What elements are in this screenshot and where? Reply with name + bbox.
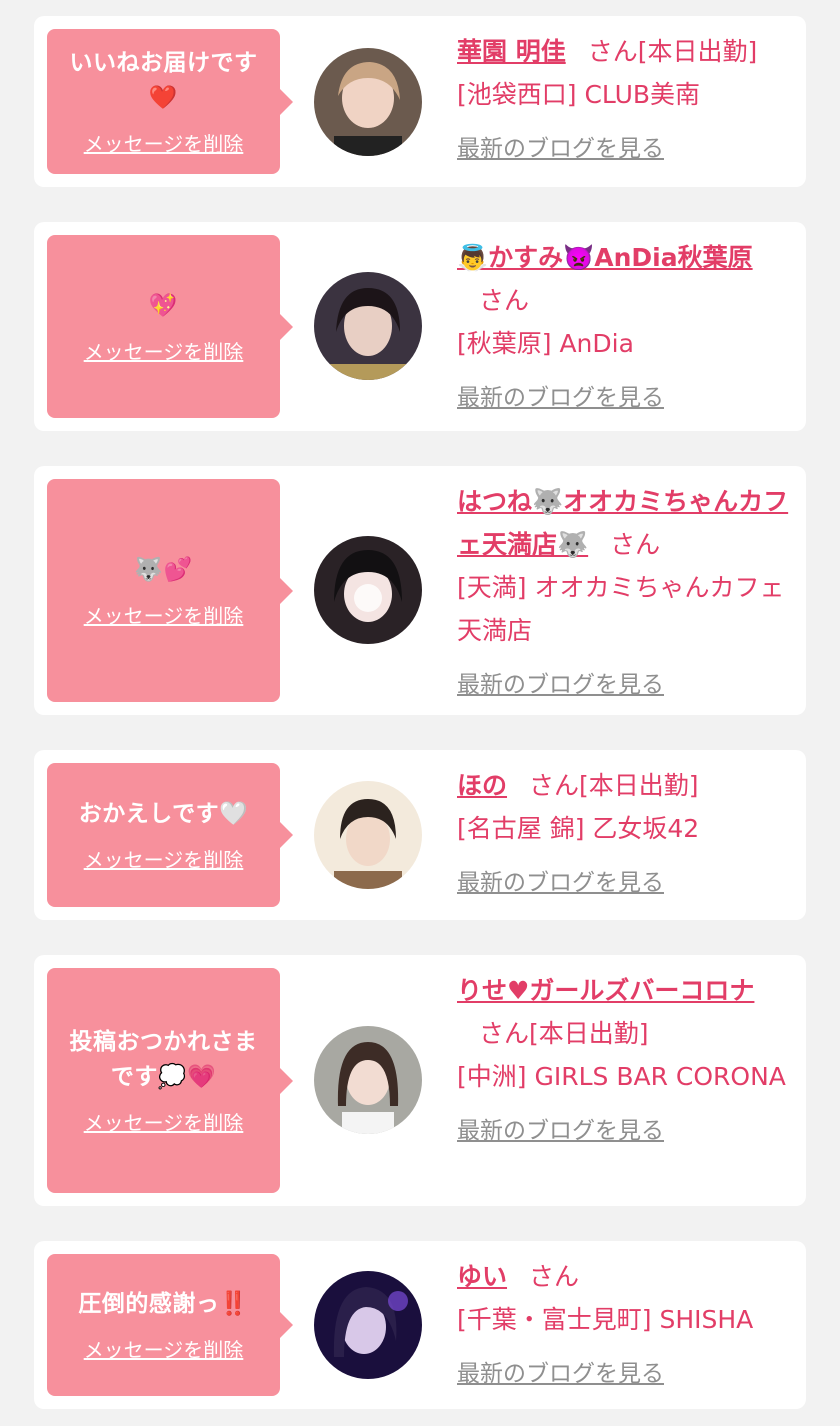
shop-name: [天満] オオカミちゃんカフェ天満店 [457, 573, 785, 645]
avatar[interactable] [314, 536, 422, 644]
shop-name: [池袋西口] CLUB美南 [457, 80, 701, 109]
message-bubble: 💖 メッセージを削除 [47, 235, 293, 418]
honorific: さん [529, 1262, 580, 1291]
delete-message-link[interactable]: メッセージを削除 [84, 336, 244, 365]
user-info: 👼かすみ👿AnDia秋葉原さん [秋葉原] AnDia 最新のブログを見る [457, 236, 793, 420]
avatar[interactable] [314, 1026, 422, 1134]
honorific: さん [587, 37, 638, 66]
message-bubble: おかえしです🤍 メッセージを削除 [47, 763, 293, 907]
message-bubble: 圧倒的感謝っ‼️ メッセージを削除 [47, 1254, 293, 1396]
honorific: さん [529, 771, 580, 800]
work-status: [本日出勤] [579, 771, 699, 800]
message-text: 投稿おつかれさま です💭💗 [69, 1029, 258, 1090]
work-status: [本日出勤] [637, 37, 758, 66]
message-text: 💖 [148, 292, 179, 319]
user-name-link[interactable]: 👼かすみ👿AnDia秋葉原 [457, 243, 753, 272]
work-status: [本日出勤] [529, 1019, 649, 1048]
delete-message-link[interactable]: メッセージを削除 [84, 600, 244, 629]
delete-message-link[interactable]: メッセージを削除 [84, 1334, 244, 1363]
avatar[interactable] [314, 48, 422, 156]
message-card: おかえしです🤍 メッセージを削除 ほの さん[本日出勤] [名古屋 錦] 乙女坂4… [34, 750, 806, 920]
message-bubble: いいねお届けです ❤️ メッセージを削除 [47, 29, 293, 174]
delete-message-link[interactable]: メッセージを削除 [84, 1107, 244, 1136]
message-text: 圧倒的感謝っ‼️ [78, 1291, 249, 1317]
honorific: さん [479, 286, 530, 315]
user-name-link[interactable]: ほの [457, 771, 507, 800]
user-info: 華園 明佳 さん[本日出勤] [池袋西口] CLUB美南 最新のブログを見る [457, 30, 793, 171]
message-card: 圧倒的感謝っ‼️ メッセージを削除 ゆい さん [千葉・富士見町] SHISHA … [34, 1241, 806, 1409]
latest-blog-link[interactable]: 最新のブログを見る [457, 1353, 664, 1396]
message-bubble: 投稿おつかれさま です💭💗 メッセージを削除 [47, 968, 293, 1193]
shop-name: [秋葉原] AnDia [457, 329, 634, 358]
user-name-link[interactable]: ゆい [457, 1262, 507, 1291]
avatar[interactable] [314, 781, 422, 889]
avatar[interactable] [314, 1271, 422, 1379]
message-list: いいねお届けです ❤️ メッセージを削除 華園 明佳 さん[本日出勤] [池袋西口… [0, 0, 840, 1426]
message-card: 💖 メッセージを削除 👼かすみ👿AnDia秋葉原さん [秋葉原] AnDia 最… [34, 222, 806, 431]
message-card: 🐺💕 メッセージを削除 はつね🐺オオカミちゃんカフェ天満店🐺 さん [天満] オオ… [34, 466, 806, 715]
message-card: いいねお届けです ❤️ メッセージを削除 華園 明佳 さん[本日出勤] [池袋西口… [34, 16, 806, 187]
delete-message-link[interactable]: メッセージを削除 [84, 128, 244, 157]
message-text: いいねお届けです ❤️ [69, 50, 258, 111]
message-card: 投稿おつかれさま です💭💗 メッセージを削除 りせ♥ガールズバーコロナさん[本日… [34, 955, 806, 1206]
user-name-link[interactable]: 華園 明佳 [457, 37, 566, 66]
user-info: はつね🐺オオカミちゃんカフェ天満店🐺 さん [天満] オオカミちゃんカフェ天満店 … [457, 480, 793, 707]
latest-blog-link[interactable]: 最新のブログを見る [457, 1110, 664, 1153]
latest-blog-link[interactable]: 最新のブログを見る [457, 664, 664, 707]
shop-name: [中洲] GIRLS BAR CORONA [457, 1062, 786, 1091]
message-bubble: 🐺💕 メッセージを削除 [47, 479, 293, 702]
message-text: おかえしです🤍 [78, 801, 249, 827]
latest-blog-link[interactable]: 最新のブログを見る [457, 862, 664, 905]
user-name-link[interactable]: りせ♥ガールズバーコロナ [457, 976, 754, 1005]
latest-blog-link[interactable]: 最新のブログを見る [457, 377, 664, 420]
user-info: りせ♥ガールズバーコロナさん[本日出勤] [中洲] GIRLS BAR CORO… [457, 969, 793, 1153]
latest-blog-link[interactable]: 最新のブログを見る [457, 128, 664, 171]
delete-message-link[interactable]: メッセージを削除 [84, 844, 244, 873]
user-info: ほの さん[本日出勤] [名古屋 錦] 乙女坂42 最新のブログを見る [457, 764, 793, 905]
message-text: 🐺💕 [134, 556, 193, 583]
avatar[interactable] [314, 272, 422, 380]
honorific: さん [610, 530, 661, 559]
shop-name: [名古屋 錦] 乙女坂42 [457, 814, 700, 843]
shop-name: [千葉・富士見町] SHISHA [457, 1305, 754, 1334]
honorific: さん [479, 1019, 530, 1048]
user-info: ゆい さん [千葉・富士見町] SHISHA 最新のブログを見る [457, 1255, 793, 1396]
